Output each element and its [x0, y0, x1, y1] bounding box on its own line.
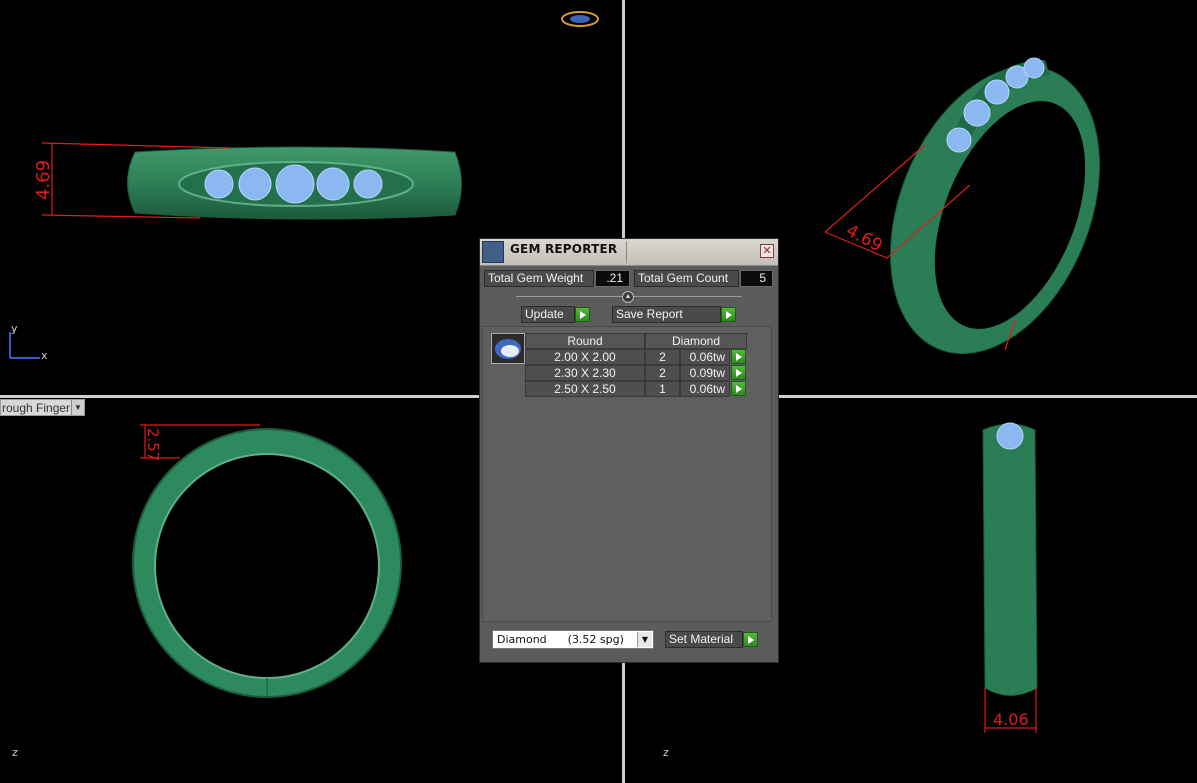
gem-reporter-icon [482, 241, 504, 263]
row-go-icon[interactable] [731, 365, 746, 380]
dimension-label: 2.57 [144, 428, 162, 461]
total-gem-weight-value: .21 [595, 270, 630, 287]
save-report-go-icon[interactable] [721, 307, 736, 322]
material-select[interactable]: Diamond (3.52 spg) ▼ [492, 630, 654, 649]
z-axis-label: z [12, 746, 18, 759]
dimension-label: 4.69 [843, 221, 886, 256]
column-header-shape: Round [525, 333, 645, 349]
row-size: 2.00 X 2.00 [525, 349, 645, 365]
dimension-label: 4.69 [33, 160, 54, 200]
set-material-button[interactable]: Set Material [665, 631, 743, 648]
total-gem-count-label: Total Gem Count [634, 270, 739, 287]
gem-reporter-dialog[interactable]: GEM REPORTER ✕ Total Gem Weight .21 Tota… [479, 238, 779, 663]
dialog-title: GEM REPORTER [510, 242, 618, 256]
update-button[interactable]: Update [521, 306, 575, 323]
view-mode-value: rough Finger [2, 401, 71, 415]
row-count: 2 [645, 365, 680, 381]
dimension-label: 4.06 [993, 710, 1029, 729]
chevron-down-icon[interactable]: ▼ [71, 400, 84, 415]
row-size: 2.50 X 2.50 [525, 381, 645, 397]
collapse-icon[interactable]: ▲ [622, 291, 634, 303]
row-go-icon[interactable] [731, 381, 746, 396]
row-weight: 0.09tw [680, 365, 730, 381]
chevron-down-icon[interactable]: ▼ [637, 632, 652, 647]
row-weight: 0.06tw [680, 381, 730, 397]
total-gem-weight-label: Total Gem Weight [484, 270, 594, 287]
row-go-icon[interactable] [731, 349, 746, 364]
gem-list-panel[interactable]: Round Diamond 2.00 X 2.00 2 0.06tw 2.30 … [482, 326, 772, 622]
title-separator [626, 241, 627, 263]
dialog-titlebar[interactable]: GEM REPORTER ✕ [480, 239, 778, 266]
set-material-go-icon[interactable] [743, 632, 758, 647]
view-cube-icon[interactable] [560, 8, 600, 38]
round-diamond-icon [491, 333, 525, 364]
row-count: 2 [645, 349, 680, 365]
close-icon[interactable]: ✕ [760, 244, 774, 258]
update-go-icon[interactable] [575, 307, 590, 322]
view-mode-dropdown[interactable]: rough Finger ▼ [0, 399, 85, 416]
z-axis-label: z [663, 746, 669, 759]
row-size: 2.30 X 2.30 [525, 365, 645, 381]
material-select-value: Diamond (3.52 spg) [497, 633, 624, 646]
column-header-material: Diamond [645, 333, 747, 349]
row-weight: 0.06tw [680, 349, 730, 365]
axis-gizmo-icon [9, 332, 40, 359]
save-report-button[interactable]: Save Report [612, 306, 721, 323]
total-gem-count-value: 5 [740, 270, 773, 287]
row-count: 1 [645, 381, 680, 397]
